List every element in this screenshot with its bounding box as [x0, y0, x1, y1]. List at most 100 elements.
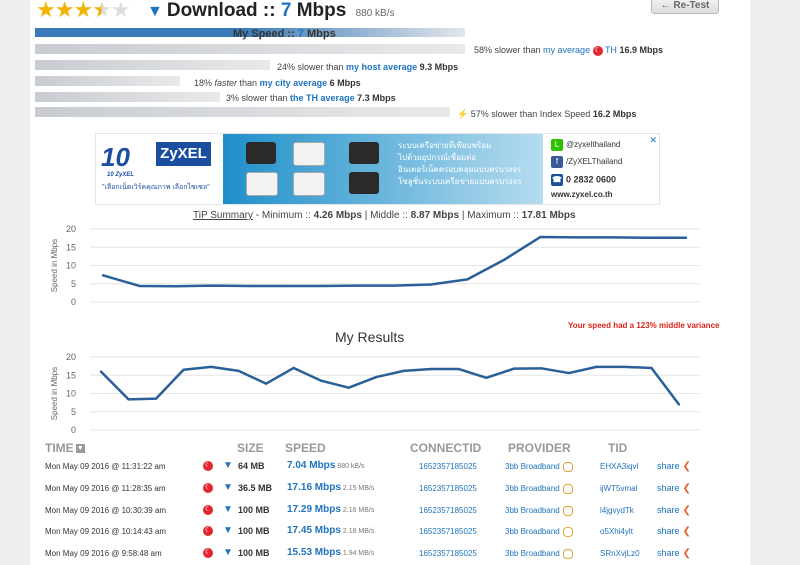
row-flag: ☾: [203, 548, 213, 558]
row-speed: 7.04 Mbps 880 kB/s: [287, 460, 365, 471]
data-point: [611, 236, 615, 239]
data-point: [429, 283, 433, 286]
data-point: [182, 368, 185, 371]
row-connectid-link[interactable]: 1652357185025: [419, 549, 477, 558]
data-point: [174, 285, 178, 288]
row-tid-link[interactable]: ijWT5vmal: [600, 484, 637, 493]
row-time: Mon May 09 2016 @ 9:58:48 am: [45, 549, 162, 558]
data-point: [622, 365, 626, 369]
row-speed: 17.16 Mbps 2.15 MB/s: [287, 482, 375, 493]
share-button[interactable]: share ❮: [657, 483, 691, 494]
data-point: [502, 258, 506, 262]
row-provider-link[interactable]: 3bb Broadband: [505, 462, 573, 472]
series-line: [100, 365, 680, 406]
data-point: [539, 235, 542, 239]
y-tick-label: 0: [71, 297, 76, 307]
provider-logo-icon: [562, 462, 573, 472]
data-point: [209, 365, 213, 369]
series-line: [102, 235, 686, 288]
row-provider-link[interactable]: 3bb Broadband: [505, 506, 573, 516]
data-point: [138, 284, 141, 288]
share-icon: ❮: [682, 526, 691, 537]
share-button[interactable]: share ❮: [657, 526, 691, 537]
provider-column-header: PROVIDER: [508, 441, 571, 455]
row-flag: ☾: [203, 505, 213, 515]
y-tick-label: 10: [66, 389, 76, 399]
y-tick-label: 15: [66, 242, 76, 252]
row-connectid-link[interactable]: 1652357185025: [419, 506, 477, 515]
row-time: Mon May 09 2016 @ 10:14:43 am: [45, 527, 167, 536]
charts-canvas: 0 5 10 15 20 Speed in Mbps 0 5 10 15 20 Speed in M…: [50, 224, 700, 435]
share-button[interactable]: share ❮: [657, 461, 691, 472]
data-point: [595, 365, 598, 369]
row-connectid-link[interactable]: 1652357185025: [419, 527, 477, 536]
time-column-header[interactable]: TIME ▼: [45, 441, 85, 455]
y-tick-label: 20: [66, 224, 76, 234]
row-time: Mon May 09 2016 @ 11:28:35 am: [45, 484, 166, 493]
row-connectid-link[interactable]: 1652357185025: [419, 484, 477, 493]
row-time: Mon May 09 2016 @ 11:31:22 am: [45, 462, 166, 471]
data-point: [347, 386, 350, 389]
share-icon: ❮: [682, 505, 691, 516]
y-tick-label: 20: [66, 352, 76, 362]
share-icon: ❮: [682, 483, 691, 494]
data-point: [154, 397, 158, 400]
data-point: [127, 398, 130, 401]
row-flag: ☾: [203, 461, 213, 471]
row-flag: ☾: [203, 483, 213, 493]
provider-logo-icon: [562, 484, 573, 494]
row-provider-link[interactable]: 3bb Broadband: [505, 484, 573, 494]
data-point: [512, 367, 516, 370]
data-point: [430, 367, 433, 371]
share-button[interactable]: share ❮: [657, 548, 691, 559]
thailand-flag-icon: ☾: [203, 548, 213, 558]
share-icon: ❮: [682, 461, 691, 472]
y-axis-label: Speed in Mbps: [50, 239, 59, 292]
download-arrow-icon: ▼: [223, 504, 233, 515]
tid-column-header: TID: [608, 441, 628, 455]
row-provider-link[interactable]: 3bb Broadband: [505, 549, 573, 559]
data-point: [402, 369, 405, 373]
speed-column-header: SPEED: [285, 441, 326, 455]
thailand-flag-icon: ☾: [203, 461, 213, 471]
data-point: [101, 274, 105, 277]
y-tick-label: 5: [71, 407, 76, 417]
data-point: [237, 369, 240, 373]
row-tid-link[interactable]: SRnXvjLz0: [600, 549, 640, 558]
provider-logo-icon: [562, 506, 573, 516]
y-tick-label: 10: [66, 261, 76, 271]
data-point: [99, 370, 103, 373]
row-tid-link[interactable]: o5Xhi4ylt: [600, 527, 633, 536]
variance-text: Your speed had a 123% middle variance: [568, 321, 720, 330]
data-point: [283, 284, 287, 288]
row-provider-link[interactable]: 3bb Broadband: [505, 527, 573, 537]
download-arrow-icon: ▼: [223, 547, 233, 558]
row-size: 36.5 MB: [238, 483, 273, 493]
row-flag: ☾: [203, 526, 213, 536]
speedtest-page: ★★★★★ ▼ Download :: 7 Mbps 880 kB/s ← Re-…: [0, 0, 800, 565]
row-tid-link[interactable]: EHXA3iqvl: [600, 462, 638, 471]
data-point: [211, 284, 214, 287]
share-button[interactable]: share ❮: [657, 505, 691, 516]
y-axis-label: Speed in Mbps: [50, 367, 59, 420]
data-point: [375, 375, 378, 379]
provider-logo-icon: [562, 527, 573, 537]
my-results-chart: 0 5 10 15 20 Speed in Mbps: [50, 352, 700, 435]
row-tid-link[interactable]: l4jgvydTk: [600, 506, 634, 515]
sort-down-icon[interactable]: ▼: [75, 444, 85, 454]
data-point: [677, 403, 681, 406]
data-point: [356, 284, 360, 287]
data-point: [648, 236, 651, 239]
connectid-column-header: CONNECTID: [410, 441, 482, 455]
row-connectid-link[interactable]: 1652357185025: [419, 462, 477, 471]
download-arrow-icon: ▼: [223, 460, 233, 471]
data-point: [247, 284, 250, 288]
data-point: [457, 367, 461, 371]
provider-logo-icon: [562, 549, 573, 559]
row-speed: 17.45 Mbps 2.18 MB/s: [287, 525, 375, 536]
row-size: 64 MB: [238, 461, 265, 471]
download-arrow-icon: ▼: [223, 525, 233, 536]
tip-chart: 0 5 10 15 20 Speed in Mbps: [50, 224, 700, 307]
data-point: [485, 376, 488, 380]
thailand-flag-icon: ☾: [203, 483, 213, 493]
